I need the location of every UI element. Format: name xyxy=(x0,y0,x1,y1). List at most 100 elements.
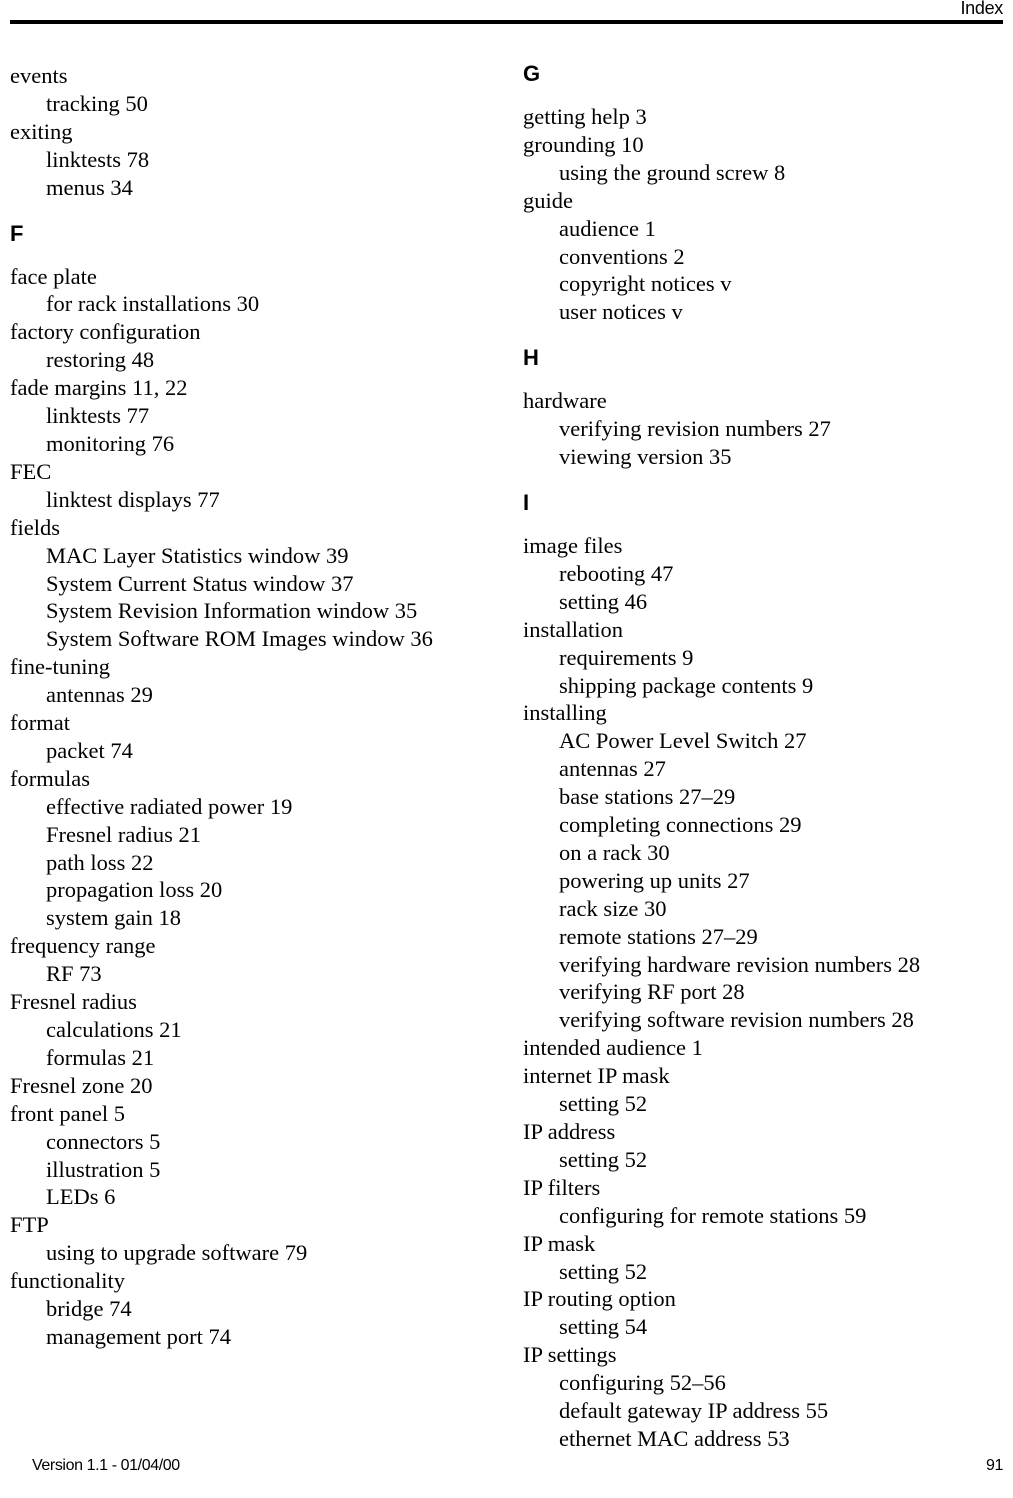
index-subentry: verifying hardware revision numbers 28 xyxy=(559,951,921,977)
index-entry: getting help 3 xyxy=(523,104,647,129)
index-subentry: setting 52 xyxy=(559,1258,648,1284)
index-entry: installing xyxy=(523,700,607,726)
index-subentry: rebooting 47 xyxy=(559,560,674,586)
index-entry: frequency range xyxy=(10,933,156,959)
index-subentry: remote stations 27–29 xyxy=(559,923,758,949)
index-subentry: base stations 27–29 xyxy=(559,784,736,810)
index-subentry: audience 1 xyxy=(559,215,656,241)
index-entry: Fresnel zone 20 xyxy=(10,1072,153,1098)
footer-version-text: Version 1.1 - 01/04/00 xyxy=(32,1457,180,1474)
index-entry: guide xyxy=(523,187,573,213)
index-subentry: using the ground screw 8 xyxy=(559,159,786,185)
index-body: events tracking 50 exiting linktests 78 menu… xyxy=(0,62,1013,1451)
index-entry: image files xyxy=(523,532,623,558)
index-entry: IP routing option xyxy=(523,1286,676,1312)
index-entry: intended audience 1 xyxy=(523,1035,703,1061)
header-title: Index xyxy=(960,0,1003,18)
index-entry: fields xyxy=(10,514,60,540)
index-subentry: ethernet MAC address 53 xyxy=(559,1425,790,1451)
index-subentry: System Current Status window 37 xyxy=(46,570,354,596)
index-subentry: on a rack 30 xyxy=(559,839,670,865)
index-subentry: setting 52 xyxy=(559,1091,648,1117)
index-entry: face plate xyxy=(10,263,97,289)
index-subentry: for rack installations 30 xyxy=(46,291,260,317)
index-subentry: viewing version 35 xyxy=(559,444,732,470)
index-subentry: using to upgrade software 79 xyxy=(46,1240,308,1266)
index-entry-list: events tracking 50 exiting linktests 78 menu… xyxy=(10,62,480,202)
index-entry-list: image files rebooting 47 setting 46 install… xyxy=(523,532,993,1453)
index-subentry: path loss 22 xyxy=(46,849,154,875)
index-subentry: bridge 74 xyxy=(46,1296,132,1322)
index-subentry: propagation loss 20 xyxy=(46,877,223,903)
index-subentry: tracking 50 xyxy=(46,90,148,116)
index-subentry: default gateway IP address 55 xyxy=(559,1398,829,1424)
index-subentry: shipping package contents 9 xyxy=(559,672,814,698)
index-subentry: LEDs 6 xyxy=(46,1184,116,1210)
index-section-letter: G xyxy=(523,61,541,86)
index-entry: formulas xyxy=(10,765,90,791)
index-entry: exiting xyxy=(10,118,73,144)
index-entry: factory configuration xyxy=(10,319,201,345)
index-subentry: Fresnel radius 21 xyxy=(46,821,201,847)
index-subentry: verifying revision numbers 27 xyxy=(559,416,831,442)
index-page: Index events tracking 50 exiting linktests … xyxy=(0,0,1013,1498)
index-entry: functionality xyxy=(10,1268,125,1294)
index-entry-list: face plate for rack installations 30 facto… xyxy=(10,263,480,1351)
index-subentry: effective radiated power 19 xyxy=(46,793,293,819)
index-subentry: configuring 52–56 xyxy=(559,1370,726,1396)
index-entry: events xyxy=(10,63,68,88)
index-subentry: System Software ROM Images window 36 xyxy=(46,626,433,652)
index-entry: front panel 5 xyxy=(10,1100,125,1126)
index-subentry: setting 46 xyxy=(559,588,648,614)
index-entry: grounding 10 xyxy=(523,131,644,157)
page-footer: Version 1.1 - 01/04/00 91 xyxy=(10,1456,1003,1480)
index-entry: internet IP mask xyxy=(523,1063,670,1089)
index-subentry: rack size 30 xyxy=(559,895,667,921)
index-entry: format xyxy=(10,710,70,736)
index-subentry: completing connections 29 xyxy=(559,812,802,838)
index-subentry: illustration 5 xyxy=(46,1156,161,1182)
index-entry: FTP xyxy=(10,1212,49,1238)
index-subentry: setting 54 xyxy=(559,1314,648,1340)
index-subentry: AC Power Level Switch 27 xyxy=(559,728,807,754)
index-subentry: linktests 77 xyxy=(46,403,150,429)
index-entry: fade margins 11, 22 xyxy=(10,375,188,401)
index-subentry: configuring for remote stations 59 xyxy=(559,1202,867,1228)
index-subentry: user notices v xyxy=(559,299,683,325)
index-section-letter: I xyxy=(523,489,530,515)
index-subentry: linktests 78 xyxy=(46,146,150,172)
index-subentry: conventions 2 xyxy=(559,243,685,269)
index-entry: Fresnel radius xyxy=(10,989,137,1015)
index-entry-list: getting help 3 grounding 10 using the grou… xyxy=(523,103,993,326)
index-subentry: monitoring 76 xyxy=(46,430,175,456)
footer-page-number: 91 xyxy=(986,1457,1003,1474)
index-subentry: calculations 21 xyxy=(46,1017,182,1042)
index-entry: IP mask xyxy=(523,1230,596,1256)
index-subentry: powering up units 27 xyxy=(559,867,750,893)
index-section-letter: F xyxy=(10,220,24,246)
index-subentry: antennas 27 xyxy=(559,756,666,782)
index-subentry: requirements 9 xyxy=(559,644,694,670)
index-subentry: setting 52 xyxy=(559,1146,648,1172)
index-column-right: Ggetting help 3 grounding 10 using the gro… xyxy=(523,62,993,1453)
index-subentry: System Revision Information window 35 xyxy=(46,598,418,624)
index-subentry: verifying software revision numbers 28 xyxy=(559,1007,914,1033)
index-entry: hardware xyxy=(523,388,607,414)
index-subentry: MAC Layer Statistics window 39 xyxy=(46,542,349,568)
running-header: Index xyxy=(10,0,1003,24)
header-rule xyxy=(10,20,1003,24)
index-entry: IP address xyxy=(523,1119,616,1144)
index-subentry: verifying RF port 28 xyxy=(559,979,745,1005)
index-column-left: events tracking 50 exiting linktests 78 menu… xyxy=(10,62,480,1351)
index-subentry: system gain 18 xyxy=(46,905,181,931)
index-subentry: packet 74 xyxy=(46,737,133,763)
index-subentry: formulas 21 xyxy=(46,1044,155,1070)
index-subentry: connectors 5 xyxy=(46,1128,161,1154)
index-entry: installation xyxy=(523,616,623,642)
index-section-letter: H xyxy=(523,345,539,371)
index-entry: fine-tuning xyxy=(10,654,110,680)
index-subentry: copyright notices v xyxy=(559,271,732,297)
index-subentry: management port 74 xyxy=(46,1323,231,1349)
index-subentry: menus 34 xyxy=(46,174,133,200)
index-subentry: RF 73 xyxy=(46,961,102,987)
